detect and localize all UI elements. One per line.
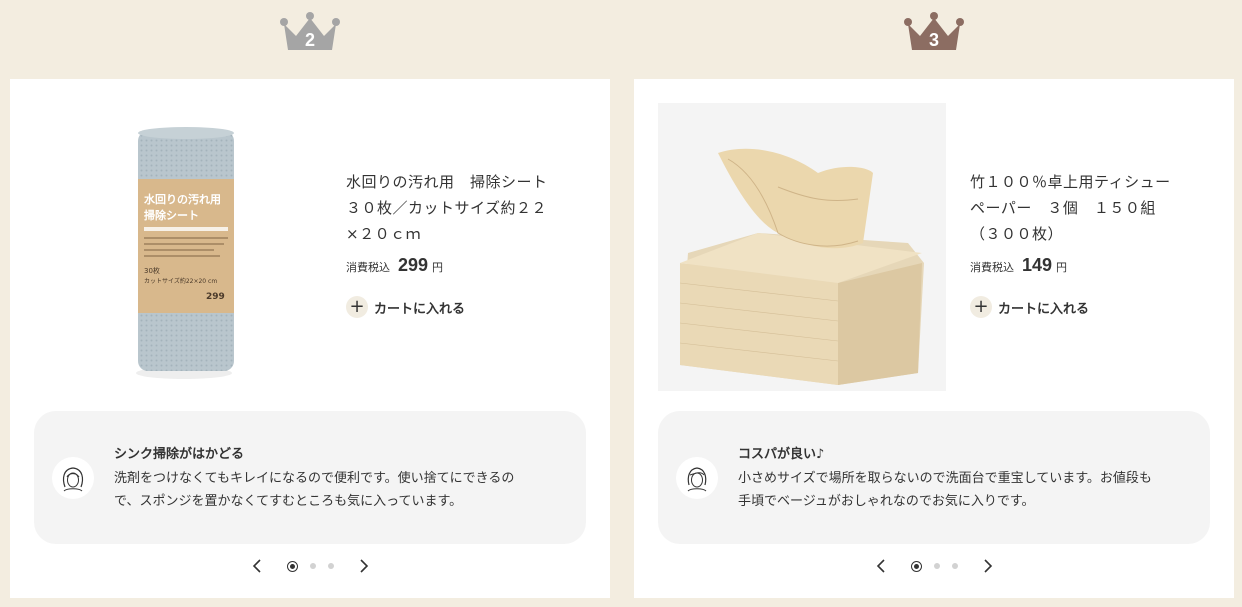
price-unit: 円: [432, 261, 444, 274]
woman-face-icon: [62, 467, 84, 492]
plus-icon: +: [346, 296, 368, 318]
avatar: [676, 457, 718, 499]
review-body: 小さめサイズで場所を取らないので洗面台で重宝しています。お値段も 手頃でベージュ…: [738, 471, 1152, 509]
pager-dots: [281, 560, 340, 572]
svg-text:掃除シート: 掃除シート: [144, 208, 199, 222]
add-to-cart-button[interactable]: + カートに入れる: [346, 296, 465, 318]
review-box: シンク掃除がはかどる 洗剤をつけなくてもキレイになるので便利です。使い捨てにでき…: [34, 411, 586, 544]
product-title[interactable]: 竹１００％卓上用ティシュー ペーパー ３個 １５０組 （３００枚）: [970, 169, 1210, 247]
svg-text:水回りの汚れ用: 水回りの汚れ用: [144, 192, 221, 206]
woman-face-icon: [687, 467, 707, 492]
pager-dots: [905, 560, 964, 572]
pager-dot-1[interactable]: [286, 560, 298, 572]
chevron-right-icon: [983, 559, 992, 573]
review-box: コスパが良い♪ 小さめサイズで場所を取らないので洗面台で重宝しています。お値段も…: [658, 411, 1210, 544]
pager-dot-2[interactable]: [309, 563, 316, 569]
price-row: 消費税込 149 円: [970, 255, 1210, 276]
chevron-left-icon: [252, 559, 261, 573]
review-body: 洗剤をつけなくてもキレイになるので便利です。使い捨てにできるの で、スポンジを置…: [114, 471, 515, 509]
rank-number: 3: [928, 30, 939, 50]
product-info: 竹１００％卓上用ティシュー ペーパー ３個 １５０組 （３００枚） 消費税込 1…: [970, 169, 1210, 318]
price-unit: 円: [1056, 261, 1068, 274]
product-card: 竹１００％卓上用ティシュー ペーパー ３個 １５０組 （３００枚） 消費税込 1…: [634, 79, 1234, 598]
product-image[interactable]: 水回りの汚れ用 掃除シート 30枚 カットサイズ約22×20 cm 299: [34, 103, 322, 391]
review-title: コスパが良い♪: [738, 447, 825, 462]
price-value: 149: [1022, 255, 1053, 275]
ranking-column-2: 2 水回りの汚れ用 掃除シート 30枚 カットサイズ約22×20 cm 299 …: [10, 0, 610, 607]
product-title[interactable]: 水回りの汚れ用 掃除シート ３０枚／カットサイズ約２２ ×２０ｃｍ: [346, 169, 586, 247]
rank-crown-badge: 2: [278, 10, 342, 56]
svg-text:299: 299: [206, 292, 225, 302]
next-arrow-button[interactable]: [978, 556, 998, 576]
avatar: [52, 457, 94, 499]
rank-crown-badge: 3: [902, 10, 966, 56]
product-card: 水回りの汚れ用 掃除シート 30枚 カットサイズ約22×20 cm 299 水回…: [10, 79, 610, 598]
add-to-cart-label: カートに入れる: [374, 301, 466, 317]
price-value: 299: [398, 255, 429, 275]
pager-dot-3[interactable]: [327, 563, 334, 569]
pager-dot-1[interactable]: [910, 560, 922, 572]
pager-dot-3[interactable]: [951, 563, 958, 569]
add-to-cart-button[interactable]: + カートに入れる: [970, 296, 1089, 318]
ranking-column-3: 3 竹１００％卓上用ティシュー ペーパー ３個 １５０組 （３００枚） 消費税込…: [634, 0, 1234, 607]
product-info: 水回りの汚れ用 掃除シート ３０枚／カットサイズ約２２ ×２０ｃｍ 消費税込 2…: [346, 169, 586, 318]
pager-dot-2[interactable]: [933, 563, 940, 569]
add-to-cart-label: カートに入れる: [998, 301, 1090, 317]
rank-number: 2: [304, 30, 315, 50]
plus-icon: +: [970, 296, 992, 318]
chevron-left-icon: [876, 559, 885, 573]
product-image[interactable]: [658, 103, 946, 391]
price-label: 消費税込: [970, 261, 1014, 274]
svg-text:カットサイズ約22×20 cm: カットサイズ約22×20 cm: [144, 277, 217, 285]
next-arrow-button[interactable]: [354, 556, 374, 576]
price-row: 消費税込 299 円: [346, 255, 586, 276]
review-title: シンク掃除がはかどる: [114, 447, 245, 462]
review-pager: [634, 556, 1234, 576]
chevron-right-icon: [359, 559, 368, 573]
prev-arrow-button[interactable]: [247, 556, 267, 576]
review-pager: [10, 556, 610, 576]
price-label: 消費税込: [346, 261, 390, 274]
prev-arrow-button[interactable]: [871, 556, 891, 576]
svg-text:30枚: 30枚: [144, 266, 160, 275]
